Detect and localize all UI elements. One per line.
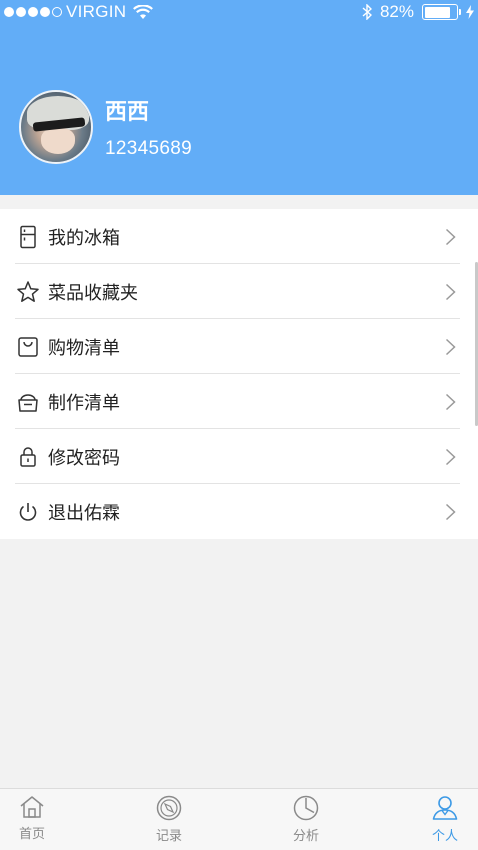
- lock-icon: [16, 445, 40, 469]
- chevron-right-icon: [445, 448, 456, 466]
- user-id: 12345689: [105, 138, 192, 159]
- tab-analysis[interactable]: 分析: [276, 795, 336, 844]
- menu-item-cooking-list[interactable]: 制作清单: [0, 374, 478, 429]
- chevron-right-icon: [445, 503, 456, 521]
- settings-menu: 我的冰箱 菜品收藏夹 购物清单 制作清单 修改密码 退出佑霖: [0, 209, 478, 539]
- carrier-name: VIRGIN: [66, 2, 127, 21]
- menu-item-logout[interactable]: 退出佑霖: [0, 484, 478, 539]
- power-icon: [16, 500, 40, 524]
- fridge-icon: [16, 225, 40, 249]
- star-icon: [16, 280, 40, 304]
- battery-icon: [422, 4, 461, 20]
- battery-percent: 82%: [379, 2, 414, 21]
- tab-label: 分析: [292, 829, 319, 844]
- menu-item-change-password[interactable]: 修改密码: [0, 429, 478, 484]
- chevron-right-icon: [445, 228, 456, 246]
- user-name: 西西: [105, 100, 150, 125]
- menu-item-label: 制作清单: [48, 392, 120, 414]
- tab-bar: 首页 记录 分析 个人: [0, 788, 478, 850]
- tab-personal[interactable]: 个人: [415, 795, 475, 844]
- pot-icon: [16, 390, 40, 414]
- home-icon: [20, 796, 44, 818]
- menu-item-label: 购物清单: [48, 337, 120, 359]
- wifi-icon: [133, 4, 154, 19]
- tab-label: 首页: [18, 827, 45, 842]
- shopping-bag-icon: [16, 335, 40, 359]
- menu-item-label: 退出佑霖: [48, 502, 120, 524]
- chevron-right-icon: [445, 283, 456, 301]
- chevron-right-icon: [445, 393, 456, 411]
- signal-strength-icon: [4, 7, 62, 17]
- tab-home[interactable]: 首页: [2, 795, 62, 842]
- status-bar: VIRGIN 82%: [0, 0, 478, 26]
- menu-item-label: 我的冰箱: [48, 227, 120, 249]
- profile-header: VIRGIN 82% 西西 12345689: [0, 0, 478, 195]
- avatar[interactable]: [19, 90, 93, 164]
- menu-item-fridge[interactable]: 我的冰箱: [0, 209, 478, 264]
- chevron-right-icon: [445, 338, 456, 356]
- compass-icon: [156, 795, 182, 821]
- tab-label: 记录: [155, 829, 182, 844]
- menu-item-favorites[interactable]: 菜品收藏夹: [0, 264, 478, 319]
- bluetooth-icon: [362, 4, 372, 20]
- menu-item-label: 菜品收藏夹: [48, 282, 138, 304]
- menu-item-shopping-list[interactable]: 购物清单: [0, 319, 478, 374]
- tab-record[interactable]: 记录: [139, 795, 199, 844]
- charging-icon: [466, 5, 474, 19]
- menu-item-label: 修改密码: [48, 447, 120, 469]
- tab-label: 个人: [431, 829, 458, 844]
- pie-chart-icon: [293, 795, 319, 821]
- person-icon: [432, 796, 458, 820]
- user-profile[interactable]: 西西 12345689: [19, 90, 192, 164]
